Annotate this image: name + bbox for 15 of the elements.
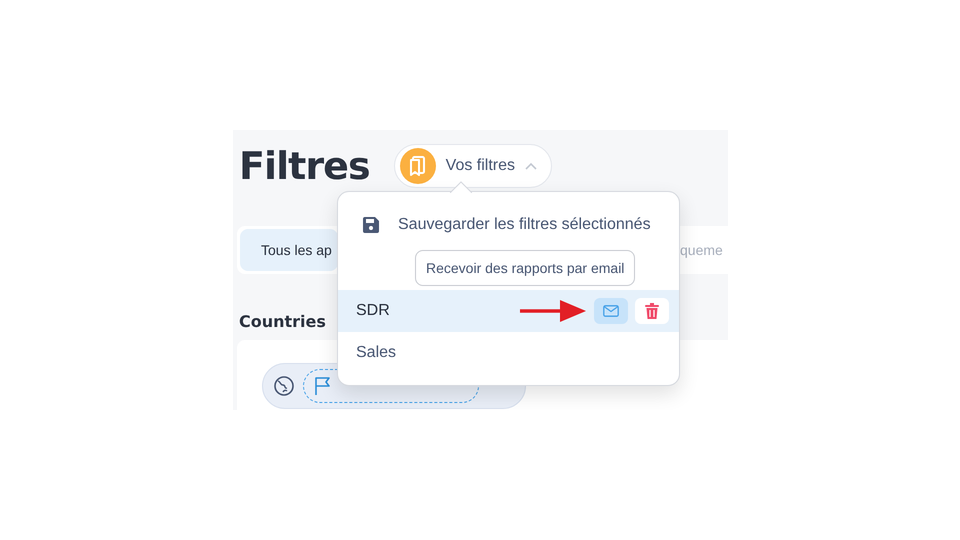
globe-icon — [273, 375, 295, 397]
arrow-annotation — [520, 299, 586, 323]
saved-filter-item[interactable]: SDR — [338, 290, 679, 332]
tooltip: Recevoir des rapports par email — [415, 250, 636, 286]
trash-icon — [645, 303, 659, 319]
page-title: Filtres — [239, 147, 370, 185]
section-title: Countries — [239, 311, 326, 333]
flag-icon — [314, 376, 332, 396]
save-filters-item[interactable]: Sauvegarder les filtres sélectionnés — [338, 192, 651, 237]
mail-icon — [603, 305, 619, 317]
delete-button[interactable] — [635, 298, 669, 324]
saved-filter-item[interactable]: Sales — [338, 332, 679, 374]
email-reports-button[interactable] — [594, 298, 628, 324]
bookmarks-icon — [400, 148, 436, 184]
filter-tab[interactable]: Tous les ap — [240, 229, 338, 271]
